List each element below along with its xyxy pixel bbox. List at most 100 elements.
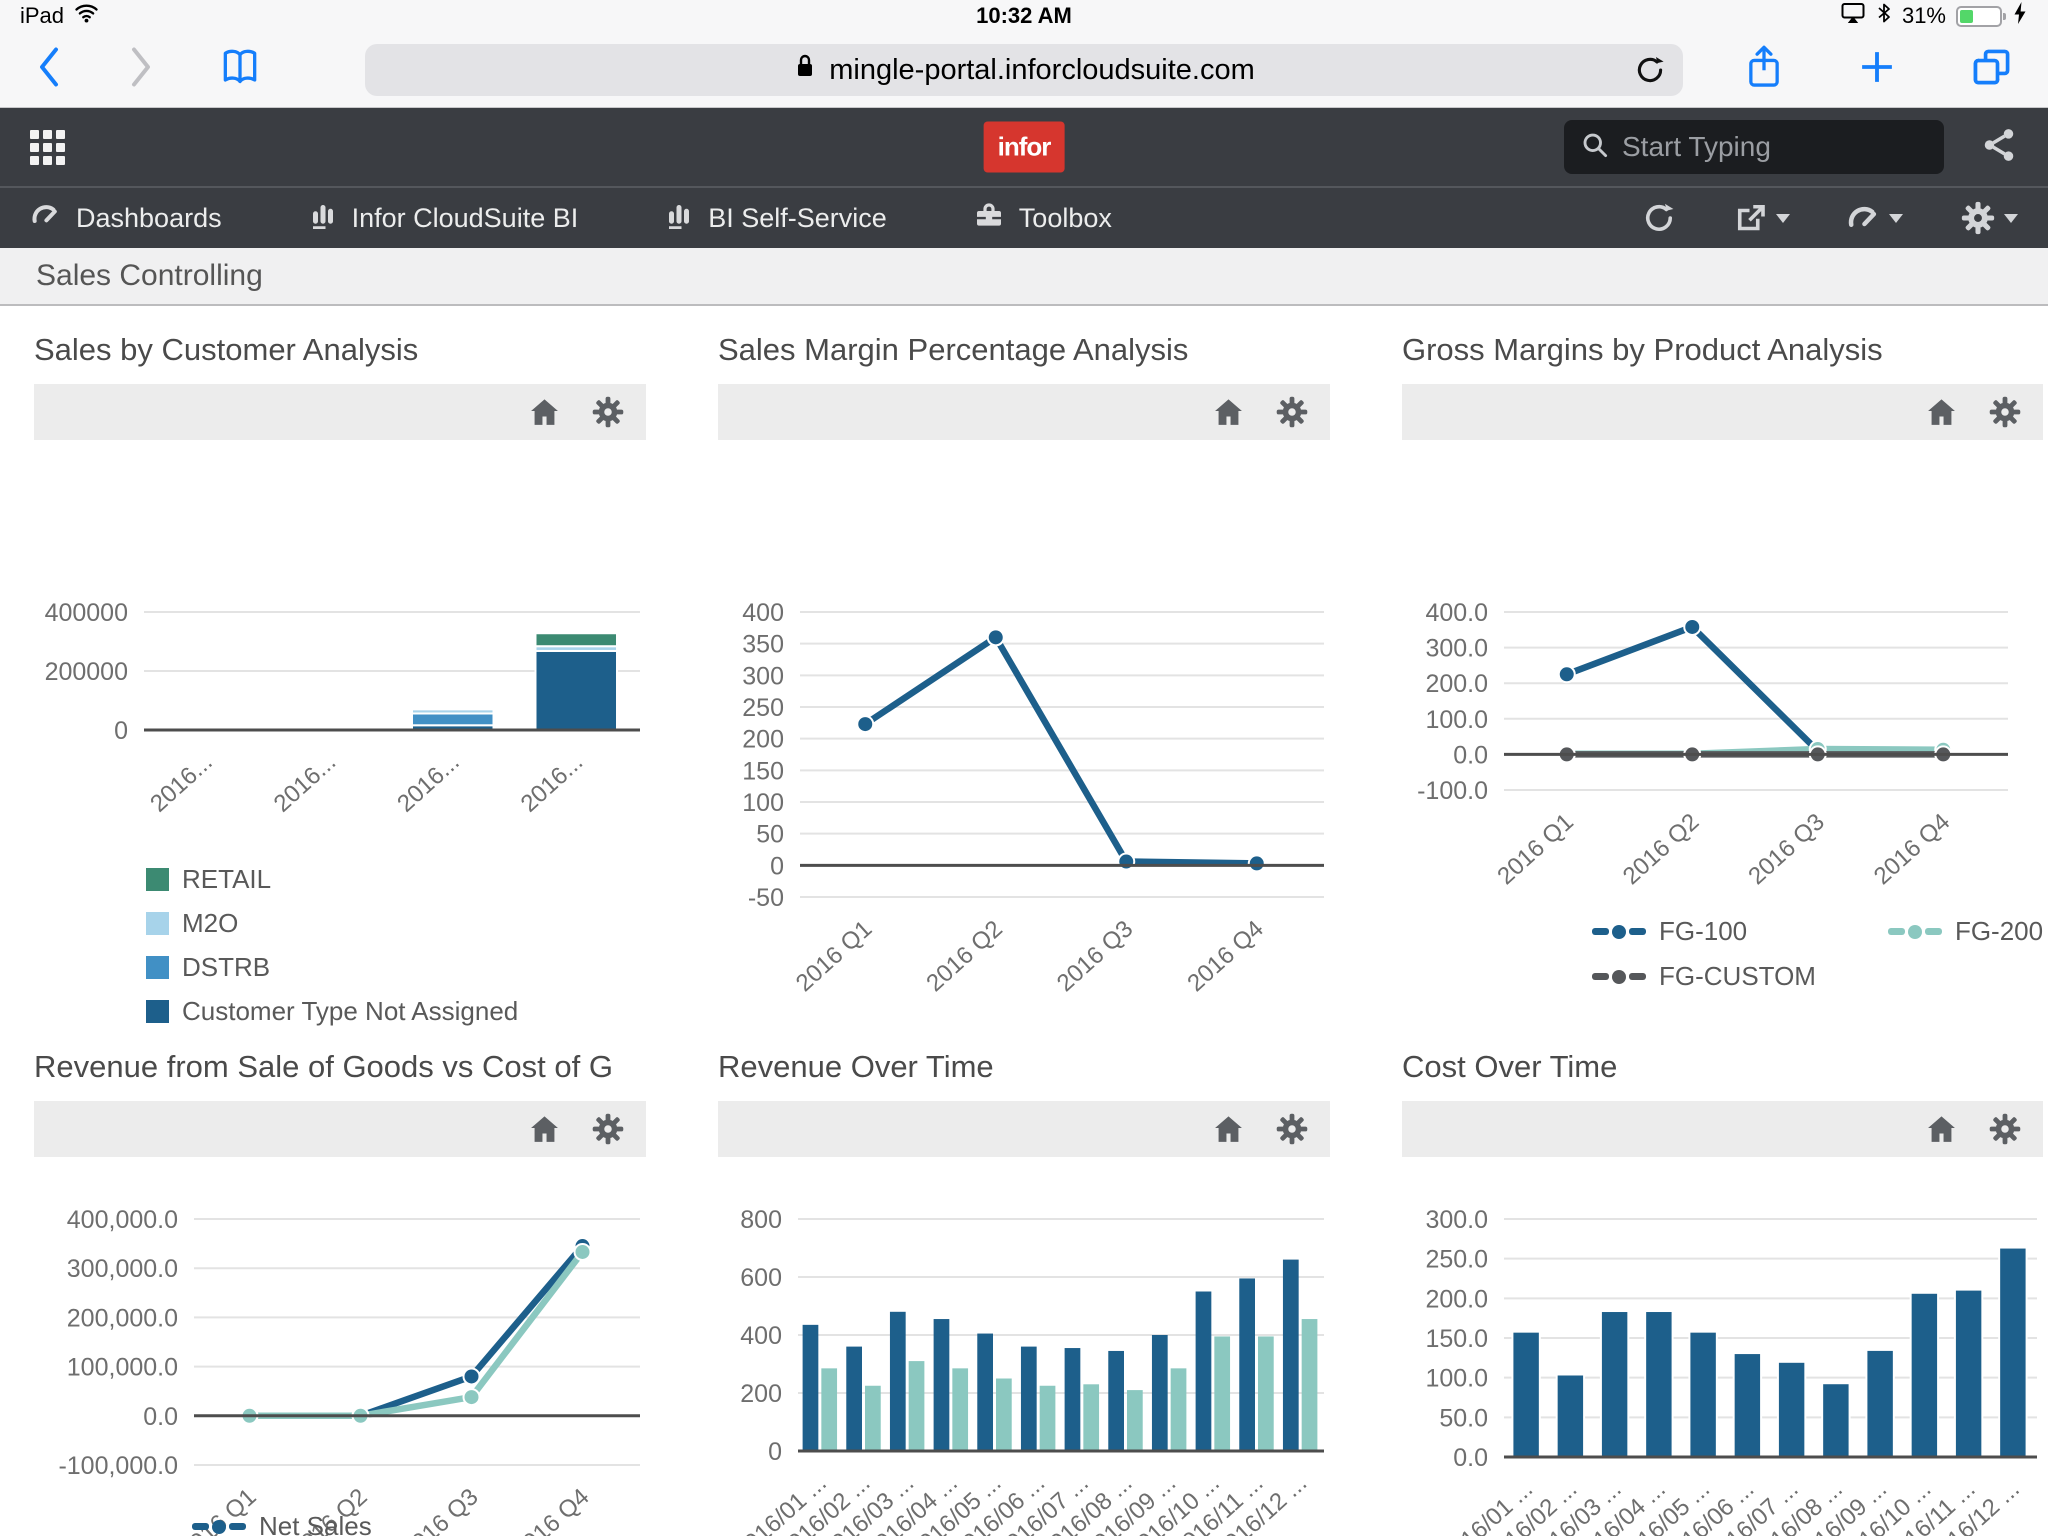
home-button[interactable]	[1211, 395, 1246, 430]
legend-swatch	[146, 1000, 169, 1023]
safari-toolbar: mingle-portal.inforcloudsuite.com	[0, 32, 2048, 108]
bar-chart-icon	[664, 199, 694, 238]
refresh-button[interactable]	[1641, 200, 1677, 236]
chart-canvas: 02000004000002016...2016...2016...2016..…	[34, 440, 646, 1027]
widget-toolbar	[718, 1101, 1330, 1157]
legend-item[interactable]: RETAIL	[146, 864, 646, 895]
chart-canvas: -100.00.0100.0200.0300.0400.02016 Q12016…	[1402, 440, 2043, 992]
legend-item[interactable]: Customer Type Not Assigned	[146, 996, 646, 1027]
gear-icon[interactable]	[590, 394, 626, 430]
svg-text:300.0: 300.0	[1425, 635, 1488, 663]
svg-text:-100.0: -100.0	[1417, 777, 1488, 805]
gear-icon[interactable]	[1987, 1111, 2023, 1147]
nav-item-infor-cloudsuite-bi[interactable]: Infor CloudSuite BI	[308, 199, 579, 238]
back-button[interactable]	[34, 46, 64, 93]
bookmarks-icon[interactable]	[218, 45, 262, 94]
panel-revenue-vs-cost: Revenue from Sale of Goods vs Cost of G …	[34, 1027, 646, 1536]
svg-text:50: 50	[756, 821, 784, 849]
panel-cost-over-time: Cost Over Time 0.050.0100.0150.0200.0250…	[1402, 1027, 2043, 1536]
chart-title: Sales Margin Percentage Analysis	[718, 332, 1330, 368]
panel-sales-by-customer: Sales by Customer Analysis 0200000400000…	[34, 310, 646, 1027]
dashboards-menu-button[interactable]	[1846, 200, 1903, 236]
svg-text:0: 0	[114, 717, 128, 745]
home-button[interactable]	[527, 1112, 562, 1147]
home-button[interactable]	[1211, 1112, 1246, 1147]
legend-label: FG-100	[1659, 916, 1747, 947]
widget-toolbar	[34, 384, 646, 440]
svg-text:250: 250	[742, 694, 784, 722]
legend-label: FG-CUSTOM	[1659, 961, 1816, 992]
toolbox-icon	[973, 199, 1005, 238]
global-search[interactable]	[1564, 120, 1944, 174]
svg-text:0.0: 0.0	[143, 1403, 178, 1431]
nav-label: Dashboards	[76, 203, 222, 234]
ios-status-bar: iPad 10:32 AM 31%	[0, 0, 2048, 32]
legend-swatch	[146, 956, 169, 979]
svg-text:400: 400	[742, 599, 784, 627]
new-tab-button[interactable]	[1856, 46, 1898, 93]
gear-icon[interactable]	[1274, 1111, 1310, 1147]
svg-text:0.0: 0.0	[1453, 1444, 1488, 1472]
settings-menu-button[interactable]	[1959, 199, 2018, 237]
svg-text:-100,000.0: -100,000.0	[58, 1452, 178, 1480]
share-nodes-icon[interactable]	[1980, 126, 2018, 169]
home-button[interactable]	[1924, 1112, 1959, 1147]
nav-item-toolbox[interactable]: Toolbox	[973, 199, 1112, 238]
svg-text:2016 Q4: 2016 Q4	[1869, 808, 1955, 890]
legend-item[interactable]: FG-CUSTOM	[1592, 961, 1816, 992]
chart-title: Revenue from Sale of Goods vs Cost of G	[34, 1049, 646, 1085]
svg-text:300,000.0: 300,000.0	[67, 1255, 178, 1283]
legend-line-marker	[1592, 925, 1646, 939]
panel-revenue-over-time: Revenue Over Time 02004006008002016/01 .…	[718, 1027, 1330, 1536]
home-button[interactable]	[1924, 395, 1959, 430]
app-menu-icon[interactable]	[30, 130, 65, 165]
chart-canvas: -100,000.00.0100,000.0200,000.0300,000.0…	[34, 1157, 646, 1536]
svg-text:-50: -50	[748, 884, 784, 912]
chevron-down-icon	[1776, 214, 1790, 223]
svg-text:100,000.0: 100,000.0	[67, 1354, 178, 1382]
panel-sales-margin: Sales Margin Percentage Analysis -500501…	[718, 310, 1330, 1027]
home-button[interactable]	[527, 395, 562, 430]
svg-text:2016...: 2016...	[269, 748, 342, 817]
tabs-button[interactable]	[1970, 45, 2014, 94]
svg-text:400.0: 400.0	[1425, 599, 1488, 627]
nav-label: Toolbox	[1019, 203, 1112, 234]
legend-item[interactable]: FG-100	[1592, 916, 1816, 947]
svg-text:0.0: 0.0	[1453, 741, 1488, 769]
legend-item[interactable]: FG-200	[1888, 916, 2043, 947]
legend-label: DSTRB	[182, 952, 270, 983]
widget-toolbar	[1402, 1101, 2043, 1157]
nav-item-bi-self-service[interactable]: BI Self-Service	[664, 199, 887, 238]
svg-text:300.0: 300.0	[1425, 1206, 1488, 1234]
legend-line-marker	[192, 1520, 246, 1534]
gear-icon[interactable]	[590, 1111, 626, 1147]
svg-text:2016 Q3: 2016 Q3	[1052, 915, 1138, 997]
chart-title: Revenue Over Time	[718, 1049, 1330, 1085]
chart-title: Gross Margins by Product Analysis	[1402, 332, 2043, 368]
svg-text:400,000.0: 400,000.0	[67, 1206, 178, 1234]
url-text: mingle-portal.inforcloudsuite.com	[829, 54, 1255, 87]
svg-text:200: 200	[740, 1380, 782, 1408]
share-button[interactable]	[1744, 44, 1784, 95]
legend-item[interactable]: Net Sales	[192, 1511, 646, 1536]
url-bar[interactable]: mingle-portal.inforcloudsuite.com	[365, 44, 1683, 96]
chart-legend: RETAIL M2O DSTRB Customer Type Not Assigned	[146, 864, 646, 1027]
svg-text:400000: 400000	[45, 599, 128, 627]
legend-item[interactable]: M2O	[146, 908, 646, 939]
gauge-icon	[30, 199, 62, 238]
search-input[interactable]	[1622, 131, 1983, 163]
nav-item-dashboards[interactable]: Dashboards	[30, 199, 222, 238]
chevron-down-icon	[2004, 214, 2018, 223]
export-menu-button[interactable]	[1733, 200, 1790, 236]
reload-button[interactable]	[1633, 53, 1667, 95]
widget-toolbar	[34, 1101, 646, 1157]
gear-icon[interactable]	[1987, 394, 2023, 430]
forward-button[interactable]	[126, 46, 156, 93]
gear-icon[interactable]	[1274, 394, 1310, 430]
legend-item[interactable]: DSTRB	[146, 952, 646, 983]
svg-text:200.0: 200.0	[1425, 670, 1488, 698]
chart-canvas: -500501001502002503003504002016 Q12016 Q…	[718, 440, 1330, 1027]
widget-toolbar	[718, 384, 1330, 440]
legend-swatch	[146, 868, 169, 891]
svg-text:50.0: 50.0	[1439, 1404, 1488, 1432]
